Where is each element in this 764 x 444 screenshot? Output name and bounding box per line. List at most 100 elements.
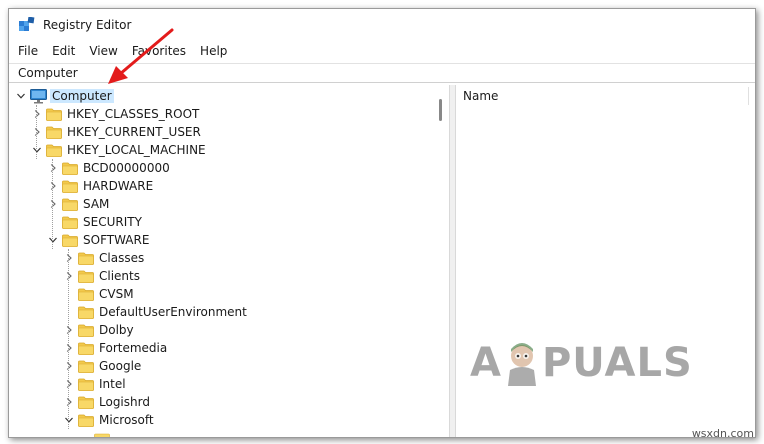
tree-item[interactable]: HARDWARE — [47, 177, 153, 195]
tree-item-label: CVSM — [99, 287, 134, 301]
tree-item[interactable]: HKEY_LOCAL_MACHINE — [31, 141, 206, 159]
chevron-right-icon[interactable] — [63, 360, 75, 372]
chevron-down-icon[interactable] — [63, 414, 75, 426]
tree-item[interactable]: HKEY_CURRENT_USER — [31, 123, 201, 141]
tree-item[interactable]: Fortemedia — [63, 339, 167, 357]
tree-item[interactable]: HKEY_CLASSES_ROOT — [31, 105, 199, 123]
watermark-text-left: A — [470, 340, 502, 386]
key-tree-pane: Computer HKEY_CLASSES_ROOT HKEY_CURRENT_US… — [9, 85, 433, 437]
tree-item-label: HARDWARE — [83, 179, 154, 193]
chevron-right-icon[interactable] — [47, 180, 59, 192]
tree-item[interactable]: Google — [63, 357, 141, 375]
tree-item-label: Computer — [50, 89, 114, 103]
folder-icon — [78, 378, 94, 391]
folder-icon — [94, 432, 110, 437]
tree-item-label: Fortemedia — [99, 341, 168, 355]
folder-icon — [62, 180, 78, 193]
registry-editor-icon — [19, 16, 35, 33]
column-header-name[interactable]: Name — [456, 85, 755, 108]
folder-icon — [46, 144, 62, 157]
screenshot-frame: Registry Editor File Edit View Favorites… — [0, 0, 764, 444]
chevron-right-icon[interactable] — [63, 342, 75, 354]
pane-splitter[interactable] — [449, 85, 456, 437]
appuals-watermark: A PUALS — [470, 340, 693, 386]
tree-indent-guide — [68, 249, 69, 429]
window-title: Registry Editor — [43, 18, 132, 32]
tree-item-label: BCD00000000 — [83, 161, 170, 175]
tree-item-label: Clients — [99, 269, 140, 283]
column-header-divider[interactable] — [748, 87, 749, 105]
folder-icon — [78, 252, 94, 265]
tree-item-label: Intel — [99, 377, 126, 391]
tree-item-label: HKEY_CURRENT_USER — [67, 125, 201, 139]
folder-icon — [78, 342, 94, 355]
tree-item-label: SECURITY — [83, 215, 142, 229]
chevron-down-icon[interactable] — [47, 234, 59, 246]
tree-indent-guide — [52, 159, 53, 249]
folder-icon — [78, 306, 94, 319]
tree-item-clipped[interactable] — [79, 429, 115, 437]
menu-file[interactable]: File — [13, 44, 43, 58]
tree-item-label: Dolby — [99, 323, 134, 337]
chevron-right-icon[interactable] — [63, 252, 75, 264]
tree-item[interactable]: Classes — [63, 249, 144, 267]
tree-item[interactable]: BCD00000000 — [47, 159, 170, 177]
folder-icon — [62, 216, 78, 229]
computer-icon — [30, 88, 47, 104]
folder-icon — [62, 198, 78, 211]
chevron-right-icon[interactable] — [63, 270, 75, 282]
chevron-right-icon[interactable] — [31, 126, 43, 138]
menu-edit[interactable]: Edit — [47, 44, 80, 58]
tree-item[interactable]: Computer — [15, 87, 114, 105]
folder-icon — [78, 360, 94, 373]
menu-favorites[interactable]: Favorites — [127, 44, 191, 58]
address-path: Computer — [18, 66, 78, 80]
watermark-text-right: PUALS — [541, 340, 693, 386]
chevron-right-icon[interactable] — [63, 396, 75, 408]
chevron-right-icon[interactable] — [63, 324, 75, 336]
folder-icon — [46, 126, 62, 139]
folder-icon — [62, 234, 78, 247]
menu-view[interactable]: View — [84, 44, 122, 58]
tree-indent-guide — [36, 105, 37, 159]
chevron-down-icon[interactable] — [31, 144, 43, 156]
tree-item[interactable]: Dolby — [63, 321, 134, 339]
chevron-down-icon[interactable] — [15, 90, 27, 102]
folder-icon — [78, 414, 94, 427]
tree-item[interactable]: Microsoft — [63, 411, 154, 429]
tree-item[interactable]: Logishrd — [63, 393, 150, 411]
folder-icon — [78, 270, 94, 283]
chevron-right-icon[interactable] — [47, 162, 59, 174]
tree-item-label: Google — [99, 359, 142, 373]
tree-item[interactable]: DefaultUserEnvironment — [63, 303, 247, 321]
tree-scrollbar[interactable] — [435, 85, 447, 437]
tree-item[interactable]: Clients — [63, 267, 140, 285]
tree-item[interactable]: SOFTWARE — [47, 231, 149, 249]
folder-icon — [78, 396, 94, 409]
watermark-mascot-icon — [504, 340, 540, 386]
tree-scrollbar-thumb[interactable] — [439, 99, 442, 121]
title-bar: Registry Editor — [9, 9, 755, 41]
tree-item-label: DefaultUserEnvironment — [99, 305, 247, 319]
folder-icon — [62, 162, 78, 175]
tree-item-label: SOFTWARE — [83, 233, 150, 247]
tree-item[interactable]: SAM — [47, 195, 109, 213]
tree-item-label: Classes — [99, 251, 145, 265]
tree-item[interactable]: CVSM — [63, 285, 134, 303]
tree-item-label: Logishrd — [99, 395, 150, 409]
chevron-right-icon[interactable] — [47, 198, 59, 210]
tree-item-label: SAM — [83, 197, 110, 211]
chevron-right-icon[interactable] — [63, 378, 75, 390]
folder-icon — [46, 108, 62, 121]
folder-icon — [78, 288, 94, 301]
tree-item[interactable]: SECURITY — [47, 213, 142, 231]
menu-bar: File Edit View Favorites Help — [9, 41, 755, 61]
tree-item-label: Microsoft — [99, 413, 154, 427]
menu-help[interactable]: Help — [195, 44, 232, 58]
tree-item-label: HKEY_LOCAL_MACHINE — [67, 143, 206, 157]
address-bar[interactable]: Computer — [9, 63, 755, 83]
folder-icon — [78, 324, 94, 337]
tree-item-label: HKEY_CLASSES_ROOT — [67, 107, 200, 121]
chevron-right-icon[interactable] — [31, 108, 43, 120]
tree-item[interactable]: Intel — [63, 375, 126, 393]
